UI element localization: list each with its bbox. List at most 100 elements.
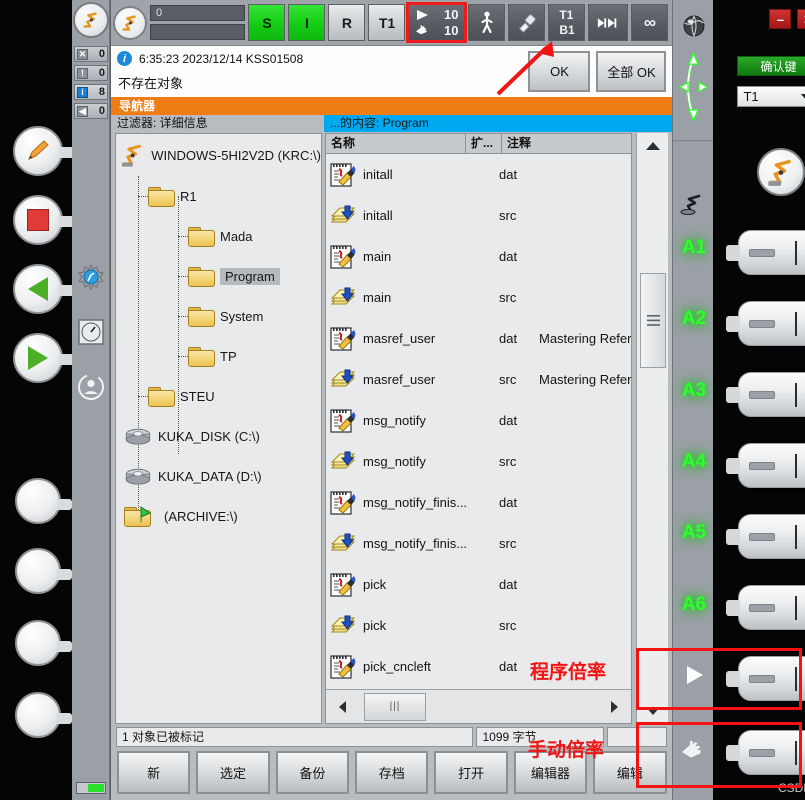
- settings-gear-button[interactable]: [76, 262, 106, 292]
- jog-mode-indicator[interactable]: [468, 4, 506, 41]
- blank-key-1[interactable]: [15, 478, 72, 524]
- softkey-3[interactable]: 备份: [275, 751, 350, 794]
- minus-icon[interactable]: [749, 390, 776, 399]
- start-forwards-key[interactable]: [13, 333, 74, 383]
- jog-key-a5[interactable]: [726, 514, 805, 559]
- world-coord-button[interactable]: [678, 10, 709, 41]
- vertical-scroll-thumb[interactable]: [640, 273, 667, 368]
- jog-key-a3[interactable]: [726, 372, 805, 417]
- blank-key-3[interactable]: [15, 620, 72, 666]
- increment-indicator[interactable]: [588, 4, 629, 41]
- table-row[interactable]: main src: [326, 277, 631, 318]
- hand-icon: [416, 25, 428, 35]
- jog-key-a2[interactable]: [726, 301, 805, 346]
- override-indicator[interactable]: 10 10: [406, 2, 468, 43]
- counter-errors[interactable]: ✕ 0: [74, 46, 108, 62]
- counter-dialogs-value: 0: [98, 105, 105, 117]
- tree-item-steu[interactable]: STEU: [116, 376, 321, 416]
- table-row[interactable]: initall dat: [326, 154, 631, 195]
- table-row[interactable]: msg_notify dat: [326, 400, 631, 441]
- jog-key-a4[interactable]: [726, 443, 805, 488]
- tool-base-indicator[interactable]: [508, 4, 546, 41]
- file-name: initall: [363, 208, 393, 223]
- tool-base-numbers[interactable]: T1 B1: [548, 4, 586, 41]
- horizontal-scrollbar[interactable]: |||: [326, 689, 632, 723]
- confirm-key-button[interactable]: 确认键: [737, 56, 805, 76]
- tree-item-kuka-data[interactable]: KUKA_DATA (D:\): [116, 456, 321, 496]
- divider: [794, 595, 797, 620]
- column-header-comment[interactable]: 注释: [502, 134, 631, 153]
- stop-key[interactable]: [13, 195, 74, 245]
- blank-key-4[interactable]: [15, 692, 72, 738]
- close-button[interactable]: ✕: [797, 9, 805, 29]
- clock-button[interactable]: [76, 317, 106, 347]
- table-row[interactable]: main dat: [326, 236, 631, 277]
- minus-icon[interactable]: [749, 248, 776, 257]
- table-row[interactable]: masref_user dat Mastering Refer: [326, 318, 631, 359]
- message-ok-all-button[interactable]: 全部 OK: [596, 51, 667, 92]
- program-sub-field[interactable]: [150, 24, 246, 40]
- robot-status-button[interactable]: [757, 148, 805, 196]
- table-row[interactable]: msg_notify src: [326, 441, 631, 482]
- scroll-left-button[interactable]: [326, 699, 360, 715]
- vertical-scrollbar[interactable]: [636, 133, 669, 724]
- user-button[interactable]: [76, 372, 106, 402]
- minus-icon[interactable]: [749, 532, 776, 541]
- tree-item-system[interactable]: System: [116, 296, 321, 336]
- softkey-2[interactable]: 选定: [196, 751, 270, 794]
- column-header-ext[interactable]: 扩...: [466, 134, 502, 153]
- message-text-block[interactable]: i 6:35:23 2023/12/14 KSS01508 不存在对象: [117, 51, 522, 92]
- table-row[interactable]: masref_user src Mastering Refer: [326, 359, 631, 400]
- minus-icon[interactable]: [749, 319, 776, 328]
- tree-item-kuka-disk[interactable]: KUKA_DISK (C:\): [116, 416, 321, 456]
- table-row[interactable]: pick src: [326, 605, 631, 646]
- drives-ready-indicator[interactable]: S: [248, 4, 286, 41]
- edit-key[interactable]: [13, 126, 74, 176]
- tree-item-r1[interactable]: R1: [116, 176, 321, 216]
- tool-coord-button[interactable]: [678, 188, 709, 219]
- scroll-up-button[interactable]: [637, 133, 668, 159]
- tree-item-archive[interactable]: (ARCHIVE:\): [116, 496, 321, 536]
- minus-icon[interactable]: [749, 603, 776, 612]
- play-back-icon: [28, 277, 48, 301]
- robot-interpreter-indicator[interactable]: R: [328, 4, 366, 41]
- softkey-4[interactable]: 存档: [355, 751, 429, 794]
- file-list-body[interactable]: initall dat initall src main dat main src masref…: [326, 154, 631, 689]
- jog-key-a1[interactable]: [726, 230, 805, 275]
- tree-item-tp[interactable]: TP: [116, 336, 321, 376]
- kuka-menu-button[interactable]: [113, 5, 147, 40]
- infinity-indicator[interactable]: ∞: [631, 4, 669, 41]
- minimize-button[interactable]: –: [769, 9, 792, 29]
- table-row[interactable]: pick dat: [326, 564, 631, 605]
- table-row[interactable]: msg_notify_finis... src: [326, 523, 631, 564]
- softkey-1[interactable]: 新: [117, 751, 191, 794]
- counter-info[interactable]: i 8: [74, 84, 108, 100]
- softkey-5[interactable]: 打开: [434, 751, 508, 794]
- info-icon: i: [117, 51, 132, 66]
- scroll-right-button[interactable]: [597, 699, 631, 715]
- main-menu-button[interactable]: [73, 2, 109, 38]
- minus-icon[interactable]: [749, 461, 776, 470]
- jog-key-a6[interactable]: [726, 585, 805, 630]
- tree-item-mada[interactable]: Mada: [116, 216, 321, 256]
- program-name-field[interactable]: 0: [150, 5, 246, 21]
- walking-man-icon: [481, 11, 493, 33]
- directory-tree[interactable]: WINDOWS-5HI2V2D (KRC:\) R1 Mada Program …: [115, 133, 322, 724]
- message-ok-button[interactable]: OK: [528, 51, 591, 92]
- interpreter-status-indicator[interactable]: I: [288, 4, 326, 41]
- counter-dialogs[interactable]: ◀ 0: [74, 103, 108, 119]
- column-header-name[interactable]: 名称: [326, 134, 466, 153]
- tree-item-root[interactable]: WINDOWS-5HI2V2D (KRC:\): [116, 134, 321, 176]
- blank-key-2[interactable]: [15, 548, 72, 594]
- operating-mode-indicator[interactable]: T1: [368, 4, 406, 41]
- file-extension: dat: [499, 249, 518, 264]
- table-row[interactable]: msg_notify_finis... dat: [326, 482, 631, 523]
- horizontal-scroll-thumb[interactable]: |||: [364, 692, 426, 721]
- axis-label-a3: A3: [681, 380, 707, 401]
- start-backwards-key[interactable]: [13, 264, 74, 314]
- file-name: msg_notify_finis...: [363, 536, 468, 551]
- tree-item-program[interactable]: Program: [116, 256, 321, 296]
- counter-warnings[interactable]: ! 0: [74, 65, 108, 81]
- table-row[interactable]: initall src: [326, 195, 631, 236]
- operating-mode-select[interactable]: T1: [737, 86, 805, 107]
